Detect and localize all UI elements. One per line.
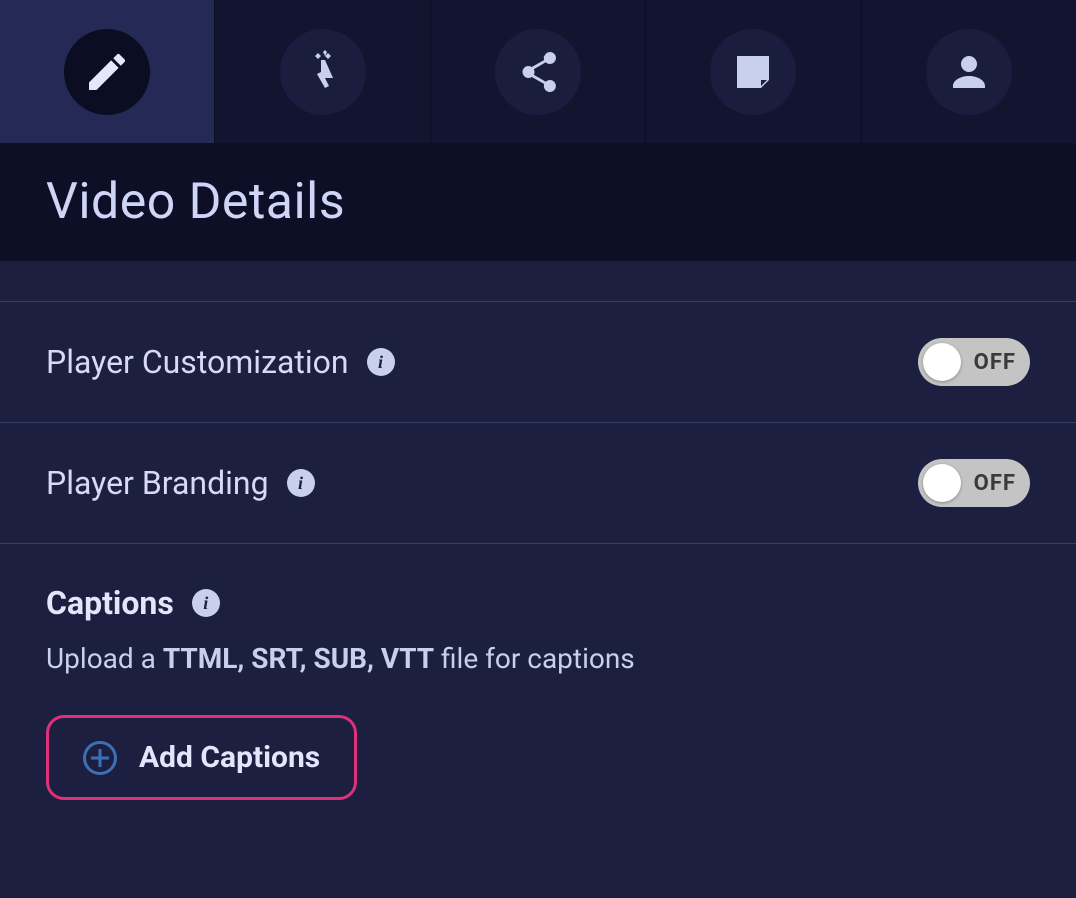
add-captions-label: Add Captions xyxy=(139,740,320,775)
info-icon[interactable]: i xyxy=(367,348,395,376)
top-tabs xyxy=(0,0,1076,143)
toggle-knob xyxy=(923,464,961,502)
row-player-customization: Player Customization i OFF xyxy=(0,301,1076,422)
tab-icon-circle xyxy=(710,29,796,115)
note-icon xyxy=(729,48,777,96)
row-player-branding: Player Branding i OFF xyxy=(0,422,1076,543)
user-icon xyxy=(945,48,993,96)
captions-desc-prefix: Upload a xyxy=(46,642,163,675)
tab-icon-circle xyxy=(280,29,366,115)
captions-section: Captions i Upload a TTML, SRT, SUB, VTT … xyxy=(0,543,1076,840)
tab-icon-circle xyxy=(926,29,1012,115)
info-icon[interactable]: i xyxy=(287,469,315,497)
page-title: Video Details xyxy=(46,173,1030,231)
toggle-state: OFF xyxy=(974,471,1016,496)
tab-icon-circle xyxy=(64,29,150,115)
title-bar: Video Details xyxy=(0,143,1076,261)
toggle-knob xyxy=(923,343,961,381)
plus-icon xyxy=(83,741,117,775)
player-branding-toggle[interactable]: OFF xyxy=(918,459,1030,507)
tab-icon-circle xyxy=(495,29,581,115)
captions-title-row: Captions i xyxy=(46,584,1030,622)
settings-content: Player Customization i OFF Player Brandi… xyxy=(0,261,1076,840)
tab-interact[interactable] xyxy=(215,0,430,143)
share-icon xyxy=(514,48,562,96)
add-captions-button[interactable]: Add Captions xyxy=(46,715,357,800)
captions-description: Upload a TTML, SRT, SUB, VTT file for ca… xyxy=(46,642,1030,675)
player-branding-label: Player Branding xyxy=(46,464,269,502)
pointer-icon xyxy=(299,48,347,96)
pencil-icon xyxy=(83,48,131,96)
player-customization-toggle[interactable]: OFF xyxy=(918,338,1030,386)
tab-edit[interactable] xyxy=(0,0,215,143)
toggle-state: OFF xyxy=(974,350,1016,375)
tab-user[interactable] xyxy=(862,0,1076,143)
tab-note[interactable] xyxy=(646,0,861,143)
info-icon[interactable]: i xyxy=(192,589,220,617)
captions-title: Captions xyxy=(46,584,174,622)
row-label: Player Branding i xyxy=(46,464,315,502)
player-customization-label: Player Customization xyxy=(46,343,349,381)
tab-share[interactable] xyxy=(431,0,646,143)
row-label: Player Customization i xyxy=(46,343,395,381)
captions-desc-formats: TTML, SRT, SUB, VTT xyxy=(163,642,434,675)
captions-desc-suffix: file for captions xyxy=(434,642,635,675)
